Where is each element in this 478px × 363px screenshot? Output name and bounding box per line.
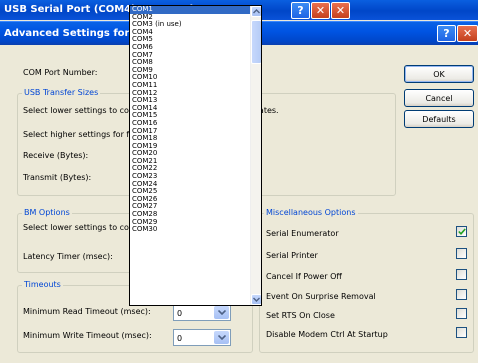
- min-read-timeout-select[interactable]: 0: [173, 304, 231, 321]
- timeouts-title: Timeouts: [22, 280, 63, 289]
- event-on-surprise-removal-checkbox[interactable]: [456, 289, 467, 300]
- cancel-button[interactable]: Cancel: [404, 89, 474, 107]
- transmit-bytes-label: Transmit (Bytes):: [23, 173, 92, 182]
- help-icon: ?: [443, 27, 450, 40]
- bm-options-hint: Select lower settings to corre: [23, 223, 141, 232]
- misc-option-label: Serial Enumerator: [266, 229, 339, 238]
- defaults-button[interactable]: Defaults: [404, 110, 474, 128]
- usb-transfer-title: USB Transfer Sizes: [22, 88, 101, 97]
- dialog-close-button[interactable]: ✕: [457, 25, 478, 42]
- min-read-timeout-value: 0: [177, 309, 183, 318]
- help-icon: ?: [297, 4, 304, 17]
- close-icon: ✕: [462, 27, 473, 40]
- defaults-button-label: Defaults: [422, 114, 456, 124]
- misc-option-label: Disable Modem Ctrl At Startup: [266, 330, 388, 339]
- misc-option-label: Event On Surprise Removal: [266, 292, 376, 301]
- disable-modem-ctrl-checkbox[interactable]: [456, 327, 467, 338]
- parent-close-button[interactable]: ✕: [311, 2, 330, 19]
- misc-options-title: Miscellaneous Options: [264, 208, 358, 217]
- misc-option-label: Serial Printer: [266, 251, 318, 260]
- misc-option-label: Set RTS On Close: [266, 311, 335, 320]
- serial-printer-checkbox[interactable]: [456, 248, 467, 259]
- close-icon: ✕: [315, 4, 326, 17]
- scroll-up-button[interactable]: [251, 6, 261, 17]
- serial-enumerator-checkbox[interactable]: [456, 226, 467, 237]
- latency-timer-label: Latency Timer (msec):: [23, 252, 113, 261]
- min-write-timeout-label: Minimum Write Timeout (msec):: [23, 331, 152, 340]
- bm-options-title: BM Options: [22, 208, 72, 217]
- chevron-down-icon[interactable]: [214, 306, 229, 319]
- cancel-button-label: Cancel: [425, 93, 453, 103]
- ok-button-label: OK: [433, 69, 445, 79]
- com-port-option[interactable]: COM30: [130, 226, 261, 234]
- com-port-options: COM1 COM2 COM3 (in use) COM4 COM5 COM6 COM7 COM…: [130, 6, 261, 234]
- usb-transfer-hint-2: Select higher settings for fas: [23, 130, 139, 139]
- ok-button[interactable]: OK: [404, 65, 474, 83]
- chevron-down-icon: [253, 297, 260, 302]
- com-port-dropdown-list[interactable]: COM1 COM2 COM3 (in use) COM4 COM5 COM6 COM7 COM…: [129, 5, 262, 306]
- checkmark-icon: [457, 228, 466, 235]
- usb-transfer-hint-1: Select lower settings to corre: [23, 106, 141, 115]
- com-port-label: COM Port Number:: [23, 68, 98, 77]
- min-read-timeout-label: Minimum Read Timeout (msec):: [23, 307, 151, 316]
- misc-option-label: Cancel If Power Off: [266, 272, 342, 281]
- chevron-down-icon[interactable]: [214, 331, 229, 344]
- set-rts-on-close-checkbox[interactable]: [456, 308, 467, 319]
- dialog-help-button[interactable]: ?: [437, 25, 456, 42]
- parent-close-button-2[interactable]: ✕: [331, 2, 350, 19]
- scroll-thumb[interactable]: [251, 20, 261, 64]
- scroll-down-button[interactable]: [251, 294, 261, 305]
- parent-help-button[interactable]: ?: [291, 2, 310, 19]
- min-write-timeout-value: 0: [177, 334, 183, 343]
- close-icon: ✕: [335, 4, 346, 17]
- receive-bytes-label: Receive (Bytes):: [23, 151, 89, 160]
- min-write-timeout-select[interactable]: 0: [173, 329, 231, 346]
- cancel-if-power-off-checkbox[interactable]: [456, 269, 467, 280]
- dropdown-scrollbar[interactable]: [250, 6, 261, 305]
- chevron-up-icon: [253, 9, 260, 14]
